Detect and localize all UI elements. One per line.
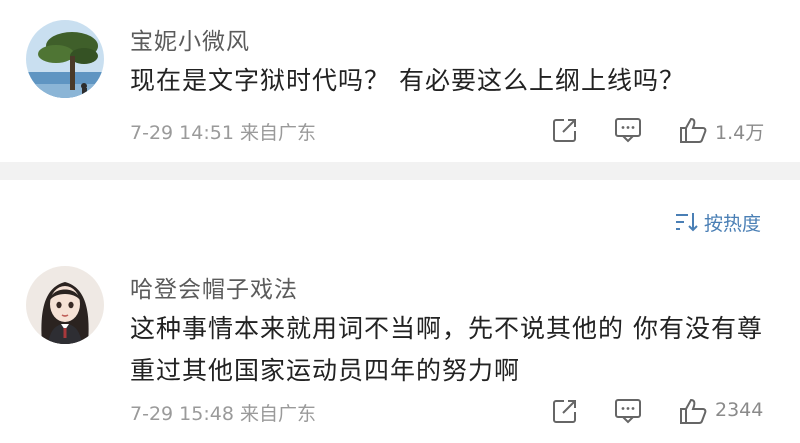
thumbs-up-icon[interactable] — [678, 396, 708, 426]
action-bar: 1.4万 — [0, 115, 800, 145]
like-count: 1.4万 — [715, 122, 765, 144]
avatar[interactable] — [26, 20, 104, 98]
share-icon[interactable] — [550, 396, 580, 426]
comment-icon[interactable] — [613, 396, 643, 426]
thumbs-up-icon[interactable] — [678, 115, 708, 145]
sort-by-hot-button[interactable]: 按热度 — [674, 207, 761, 237]
like-count: 2344 — [715, 399, 764, 421]
avatar[interactable] — [26, 266, 104, 344]
comment-text: 这种事情本来就用词不当啊，先不说其他的 你有没有尊重过其他国家运动员四年的努力啊 — [130, 314, 763, 385]
username[interactable]: 哈登会帽子戏法 — [130, 270, 298, 304]
comment-icon[interactable] — [613, 115, 643, 145]
action-bar: 2344 — [0, 396, 800, 426]
sort-label: 按热度 — [704, 212, 762, 235]
comment-item: 哈登会帽子戏法 这种事情本来就用词不当啊，先不说其他的 你有没有尊重过其他国家运… — [0, 262, 800, 443]
avatar-tree-image — [26, 20, 104, 98]
avatar-girl-image — [26, 266, 104, 344]
section-divider — [0, 162, 800, 180]
comment-item: 宝妮小微风 现在是文字狱时代吗？ 有必要这么上纲上线吗？ 7-29 14:51 … — [0, 0, 800, 162]
sort-icon — [676, 213, 698, 232]
share-icon[interactable] — [550, 115, 580, 145]
username[interactable]: 宝妮小微风 — [130, 22, 250, 56]
comment-text: 现在是文字狱时代吗？ 有必要这么上纲上线吗？ — [130, 66, 685, 95]
